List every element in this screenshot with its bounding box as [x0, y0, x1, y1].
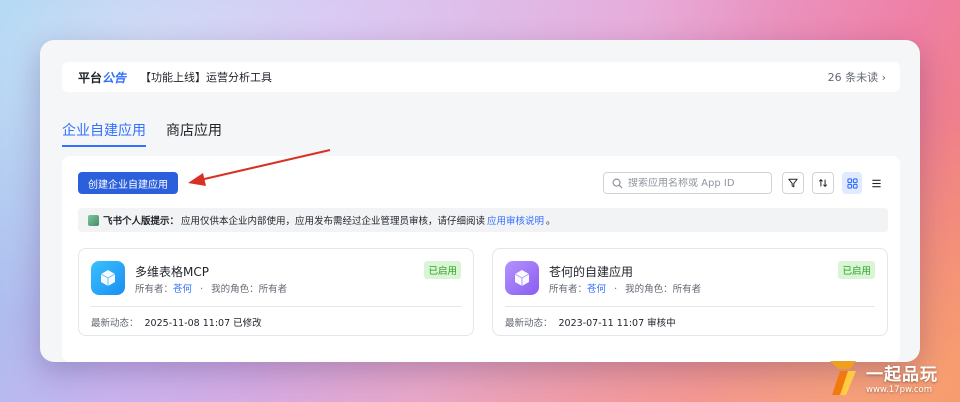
chevron-right-icon: ›	[881, 71, 886, 84]
app-meta: 所有者：苍何 · 我的角色：所有者	[549, 284, 702, 295]
owner-name[interactable]: 苍何	[587, 284, 606, 295]
announcement-brand: 平台公告	[78, 70, 127, 85]
cube-icon	[98, 268, 118, 288]
sort-button[interactable]	[812, 172, 834, 194]
tip-end: 。	[546, 216, 556, 227]
latest-activity: 最新动态： 2025-11-08 11:07 已修改	[91, 318, 262, 329]
latest-activity: 最新动态： 2023-07-11 11:07 审核中	[505, 318, 676, 329]
view-toggle	[842, 172, 886, 194]
cube-icon	[512, 268, 532, 288]
announcement-text[interactable]: 【功能上线】运营分析工具	[140, 69, 828, 85]
app-name: 苍何的自建应用	[549, 265, 634, 279]
tip-title: 飞书个人版提示：	[103, 216, 180, 227]
watermark-title: 一起品玩	[866, 364, 938, 385]
review-guide-link[interactable]: 应用审核说明	[487, 213, 544, 227]
app-list-panel: 创建企业自建应用 搜索应用名称或 App ID 飞书个人版提示： 应用仅供本企业…	[62, 156, 900, 362]
owner-name[interactable]: 苍何	[173, 284, 192, 295]
list-view-button[interactable]	[866, 172, 886, 194]
tab-custom-apps[interactable]: 企业自建应用	[62, 120, 146, 147]
filter-button[interactable]	[782, 172, 804, 194]
app-card[interactable]: 多维表格MCP 所有者：苍何 · 我的角色：所有者 已启用 最新动态： 2025-…	[78, 248, 474, 336]
app-icon	[91, 261, 125, 295]
divider	[505, 306, 875, 307]
divider	[91, 306, 461, 307]
watermark-logo	[826, 357, 862, 397]
sort-icon	[818, 178, 828, 188]
app-icon	[505, 261, 539, 295]
grid-view-button[interactable]	[842, 172, 862, 194]
unread-count-link[interactable]: 26 条未读 ›	[828, 69, 886, 85]
announcement-bar[interactable]: 平台公告 【功能上线】运营分析工具 26 条未读 ›	[62, 62, 900, 92]
app-window: 平台公告 【功能上线】运营分析工具 26 条未读 › 企业自建应用 商店应用 创…	[40, 40, 920, 362]
watermark-url: www.17pw.com	[866, 384, 933, 395]
app-card[interactable]: 苍何的自建应用 所有者：苍何 · 我的角色：所有者 已启用 最新动态： 2023-…	[492, 248, 888, 336]
tip-text: 应用仅供本企业内部使用，应用发布需经过企业管理员审核，请仔细阅读	[181, 216, 486, 227]
filter-icon	[788, 178, 798, 188]
personal-edition-tip: 飞书个人版提示： 应用仅供本企业内部使用，应用发布需经过企业管理员审核，请仔细阅…	[78, 208, 888, 232]
create-custom-app-button[interactable]: 创建企业自建应用	[78, 172, 178, 194]
book-icon	[88, 214, 99, 226]
status-badge: 已启用	[424, 261, 461, 279]
app-type-tabs: 企业自建应用 商店应用	[62, 120, 222, 147]
search-icon	[612, 178, 623, 189]
watermark: 一起品玩 www.17pw.com	[826, 352, 960, 402]
app-name: 多维表格MCP	[135, 265, 209, 279]
grid-view-icon	[846, 177, 858, 189]
list-view-icon	[871, 178, 882, 189]
app-meta: 所有者：苍何 · 我的角色：所有者	[135, 284, 288, 295]
tab-store-apps[interactable]: 商店应用	[166, 120, 222, 147]
search-box[interactable]	[603, 172, 772, 194]
status-badge: 已启用	[838, 261, 875, 279]
search-input[interactable]	[628, 177, 763, 189]
